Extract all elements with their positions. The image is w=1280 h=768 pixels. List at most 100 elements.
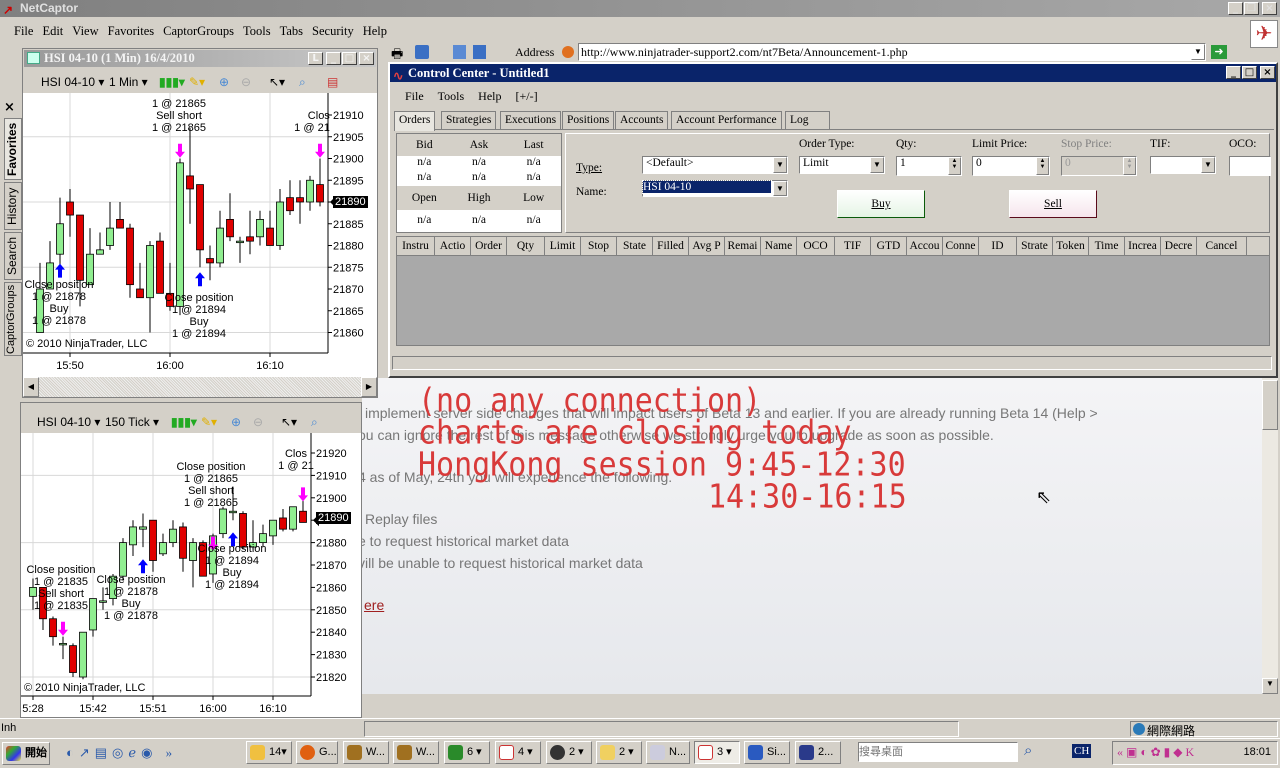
- taskbar-item[interactable]: 6 ▾: [444, 741, 490, 764]
- close-button[interactable]: ×: [1260, 66, 1275, 79]
- instrument-name-dropdown[interactable]: HSI 04-10 ▼: [642, 180, 788, 197]
- page-icon[interactable]: [453, 45, 466, 59]
- sidebar-close-button[interactable]: ×: [4, 100, 15, 115]
- web-scrollbar[interactable]: ▼: [1262, 378, 1278, 694]
- tab-account-performance[interactable]: Account Performance: [671, 111, 782, 129]
- address-dropdown-button[interactable]: ▼: [1191, 44, 1205, 60]
- tif-dropdown[interactable]: ▼: [1150, 156, 1216, 174]
- column-header[interactable]: TIF: [835, 237, 871, 255]
- column-header[interactable]: Actio: [435, 237, 471, 255]
- column-header[interactable]: Stop: [581, 237, 617, 255]
- cc-menu-tools[interactable]: Tools: [438, 89, 465, 103]
- column-header[interactable]: Filled: [653, 237, 689, 255]
- qty-stepper[interactable]: 1 ▲ ▼: [896, 156, 962, 176]
- desktop-search-input[interactable]: [858, 742, 1018, 762]
- candlestick-icon[interactable]: ▮▮▮▾: [171, 411, 197, 433]
- menu-favorites[interactable]: Favorites: [108, 24, 155, 38]
- minimize-button[interactable]: _: [326, 52, 341, 65]
- taskbar-item[interactable]: W...: [343, 741, 389, 764]
- taskbar-item[interactable]: W...: [393, 741, 439, 764]
- menu-tabs[interactable]: Tabs: [280, 24, 303, 38]
- column-header[interactable]: ID: [979, 237, 1017, 255]
- taskbar-item[interactable]: 14▾: [246, 741, 292, 764]
- minimize-button[interactable]: _: [1226, 66, 1241, 79]
- close-button[interactable]: ×: [1262, 2, 1277, 15]
- column-header[interactable]: Time: [1089, 237, 1125, 255]
- tab-positions[interactable]: Positions: [562, 111, 615, 129]
- pointer-icon[interactable]: ↖▾: [269, 71, 285, 93]
- pointer-icon[interactable]: ↖▾: [281, 411, 297, 433]
- maximize-button[interactable]: □: [342, 52, 357, 65]
- column-header[interactable]: GTD: [871, 237, 907, 255]
- column-header[interactable]: Avg P: [689, 237, 725, 255]
- quicklaunch-icons[interactable]: ◐↗▤◎ℯ◉ »: [66, 745, 177, 761]
- column-header[interactable]: Token: [1053, 237, 1089, 255]
- column-header[interactable]: Decre: [1161, 237, 1197, 255]
- interval-selector[interactable]: 150 Tick ▾: [105, 411, 159, 433]
- close-button[interactable]: ×: [359, 52, 374, 65]
- candlestick-icon[interactable]: ▮▮▮▾: [159, 71, 185, 93]
- taskbar-item[interactable]: 2...: [795, 741, 841, 764]
- sidebar-tab-history[interactable]: History: [4, 182, 22, 230]
- tab-executions[interactable]: Executions: [500, 111, 562, 129]
- tab-accounts[interactable]: Accounts: [615, 111, 669, 129]
- instrument-selector[interactable]: HSI 04-10 ▾: [37, 411, 100, 433]
- column-header[interactable]: Order: [471, 237, 507, 255]
- tab-log[interactable]: Log: [785, 111, 830, 129]
- maximize-button[interactable]: □: [1242, 66, 1257, 79]
- taskbar-item[interactable]: 2 ▾: [546, 741, 592, 764]
- search-icon[interactable]: ⌕: [299, 71, 306, 93]
- cc-menu-help[interactable]: Help: [478, 89, 501, 103]
- taskbar-item[interactable]: 4 ▾: [495, 741, 541, 764]
- go-icon[interactable]: ➜: [1211, 45, 1227, 59]
- zoom-out-icon[interactable]: ⊖: [253, 411, 263, 433]
- cc-menu-file[interactable]: File: [405, 89, 424, 103]
- taskbar-item[interactable]: 2 ▾: [596, 741, 642, 764]
- type-dropdown[interactable]: <Default> ▼: [642, 156, 788, 174]
- chart1-hscrollbar[interactable]: ◀ ▶: [23, 377, 377, 397]
- oco-input[interactable]: [1229, 156, 1271, 176]
- menu-edit[interactable]: Edit: [42, 24, 63, 38]
- column-header[interactable]: Increa: [1125, 237, 1161, 255]
- column-header[interactable]: Conne: [943, 237, 979, 255]
- sidebar-tab-captorgroups[interactable]: CaptorGroups: [4, 282, 22, 356]
- address-input[interactable]: [578, 43, 1206, 61]
- buy-button[interactable]: Buy: [837, 190, 925, 218]
- interval-selector[interactable]: 1 Min ▾: [109, 71, 148, 93]
- scroll-left-button[interactable]: ◀: [23, 377, 39, 397]
- tray-icons[interactable]: «▣◐✿▮◆K: [1117, 745, 1197, 760]
- column-header[interactable]: Limit: [545, 237, 581, 255]
- column-header[interactable]: Name: [761, 237, 797, 255]
- menu-view[interactable]: View: [72, 24, 98, 38]
- start-button[interactable]: 開始: [2, 742, 50, 765]
- menu-tools[interactable]: Tools: [243, 24, 271, 38]
- search-icon[interactable]: ⌕: [311, 411, 318, 433]
- language-indicator[interactable]: CH: [1072, 744, 1092, 758]
- search-icon[interactable]: ⌕: [1024, 742, 1032, 760]
- column-header[interactable]: Remai: [725, 237, 761, 255]
- sell-button[interactable]: Sell: [1009, 190, 1097, 218]
- scroll-down-button[interactable]: ▼: [1262, 678, 1278, 694]
- taskbar-item[interactable]: 3 ▾: [694, 741, 740, 764]
- menu-help[interactable]: Help: [363, 24, 387, 38]
- menu-file[interactable]: File: [14, 24, 33, 38]
- sidebar-tab-favorites[interactable]: Favorites: [4, 118, 22, 180]
- instrument-selector[interactable]: HSI 04-10 ▾: [41, 71, 104, 93]
- zoom-in-icon[interactable]: ⊕: [231, 411, 241, 433]
- link-button[interactable]: L: [308, 52, 323, 65]
- cc-menu-expand[interactable]: [+/-]: [516, 89, 538, 103]
- zoom-in-icon[interactable]: ⊕: [219, 71, 229, 93]
- order-type-dropdown[interactable]: Limit ▼: [799, 156, 885, 174]
- tab-strategies[interactable]: Strategies: [441, 111, 497, 129]
- column-header[interactable]: State: [617, 237, 653, 255]
- new-window-icon[interactable]: [473, 45, 486, 59]
- column-header[interactable]: Cancel: [1197, 237, 1247, 255]
- zoom-out-icon[interactable]: ⊖: [241, 71, 251, 93]
- pencil-icon[interactable]: ✎▾: [201, 411, 217, 433]
- column-header[interactable]: Accou: [907, 237, 943, 255]
- menu-captorgroups[interactable]: CaptorGroups: [163, 24, 234, 38]
- scroll-right-button[interactable]: ▶: [361, 377, 377, 397]
- column-header[interactable]: Strate: [1017, 237, 1053, 255]
- limit-price-stepper[interactable]: 0 ▲ ▼: [972, 156, 1050, 176]
- pencil-icon[interactable]: ✎▾: [189, 71, 205, 93]
